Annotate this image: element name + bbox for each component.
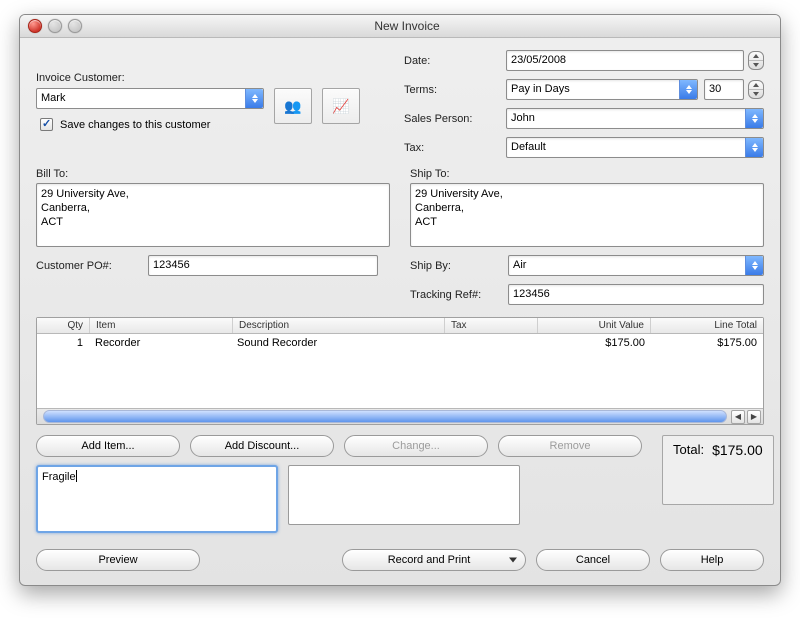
total-label: Total:	[673, 442, 704, 457]
add-discount-button[interactable]: Add Discount...	[190, 435, 334, 457]
add-item-button[interactable]: Add Item...	[36, 435, 180, 457]
ship-to-label: Ship To:	[410, 168, 764, 180]
tracking-field[interactable]: 123456	[508, 284, 764, 305]
dropdown-icon	[679, 80, 697, 99]
save-changes-checkbox[interactable]: Save changes to this customer	[36, 115, 264, 134]
col-desc[interactable]: Description	[233, 318, 445, 333]
customer-combo-value: Mark	[41, 92, 65, 104]
remove-button[interactable]: Remove	[498, 435, 642, 457]
dropdown-icon	[745, 138, 763, 157]
date-field[interactable]: 23/05/2008	[506, 50, 744, 71]
total-value: $175.00	[712, 442, 763, 458]
tax-combo[interactable]: Default	[506, 137, 764, 158]
terms-days-field[interactable]: 30	[704, 79, 744, 100]
customer-combo[interactable]: Mark	[36, 88, 264, 109]
table-scrollbar[interactable]: ◀ ▶	[37, 408, 763, 424]
terms-days-stepper[interactable]	[748, 80, 764, 99]
po-field[interactable]: 123456	[148, 255, 378, 276]
table-row[interactable]: 1 Recorder Sound Recorder $175.00 $175.0…	[37, 334, 763, 351]
col-item[interactable]: Item	[90, 318, 233, 333]
new-invoice-window: New Invoice Invoice Customer: Mark	[19, 14, 781, 586]
terms-combo[interactable]: Pay in Days	[506, 79, 698, 100]
col-qty[interactable]: Qty	[37, 318, 90, 333]
customers-icon-button[interactable]: 👥	[274, 88, 312, 124]
window-title: New Invoice	[42, 19, 772, 33]
titlebar[interactable]: New Invoice	[20, 15, 780, 38]
bill-to-field[interactable]: 29 University Ave, Canberra, ACT	[36, 183, 390, 247]
ship-by-combo[interactable]: Air	[508, 255, 764, 276]
tax-label: Tax:	[404, 142, 494, 154]
sales-person-label: Sales Person:	[404, 113, 494, 125]
po-label: Customer PO#:	[36, 260, 138, 272]
total-box: Total: $175.00	[662, 435, 774, 505]
invoice-customer-label: Invoice Customer:	[36, 72, 376, 84]
dropdown-icon	[745, 109, 763, 128]
private-notes-field[interactable]	[288, 465, 520, 525]
ship-to-field[interactable]: 29 University Ave, Canberra, ACT	[410, 183, 764, 247]
chart-icon: 📈	[332, 98, 349, 115]
people-icon: 👥	[284, 98, 301, 115]
date-label: Date:	[404, 55, 494, 67]
save-changes-label: Save changes to this customer	[60, 119, 210, 131]
tracking-label: Tracking Ref#:	[410, 289, 496, 301]
col-lt[interactable]: Line Total	[651, 318, 763, 333]
scroll-left-icon[interactable]: ◀	[731, 410, 745, 424]
bill-to-label: Bill To:	[36, 168, 390, 180]
ship-by-label: Ship By:	[410, 260, 496, 272]
line-items-table: Qty Item Description Tax Unit Value Line…	[36, 317, 764, 425]
sales-person-combo[interactable]: John	[506, 108, 764, 129]
terms-label: Terms:	[404, 84, 494, 96]
dropdown-icon	[245, 89, 263, 108]
record-and-print-button[interactable]: Record and Print	[342, 549, 526, 571]
cancel-button[interactable]: Cancel	[536, 549, 650, 571]
help-button[interactable]: Help	[660, 549, 764, 571]
chevron-down-icon	[509, 558, 517, 563]
report-icon-button[interactable]: 📈	[322, 88, 360, 124]
col-uv[interactable]: Unit Value	[538, 318, 651, 333]
dropdown-icon	[745, 256, 763, 275]
comment-field[interactable]: Fragile	[36, 465, 278, 533]
close-icon[interactable]	[28, 19, 42, 33]
preview-button[interactable]: Preview	[36, 549, 200, 571]
scroll-right-icon[interactable]: ▶	[747, 410, 761, 424]
change-button[interactable]: Change...	[344, 435, 488, 457]
date-stepper[interactable]	[748, 51, 764, 70]
col-tax[interactable]: Tax	[445, 318, 538, 333]
